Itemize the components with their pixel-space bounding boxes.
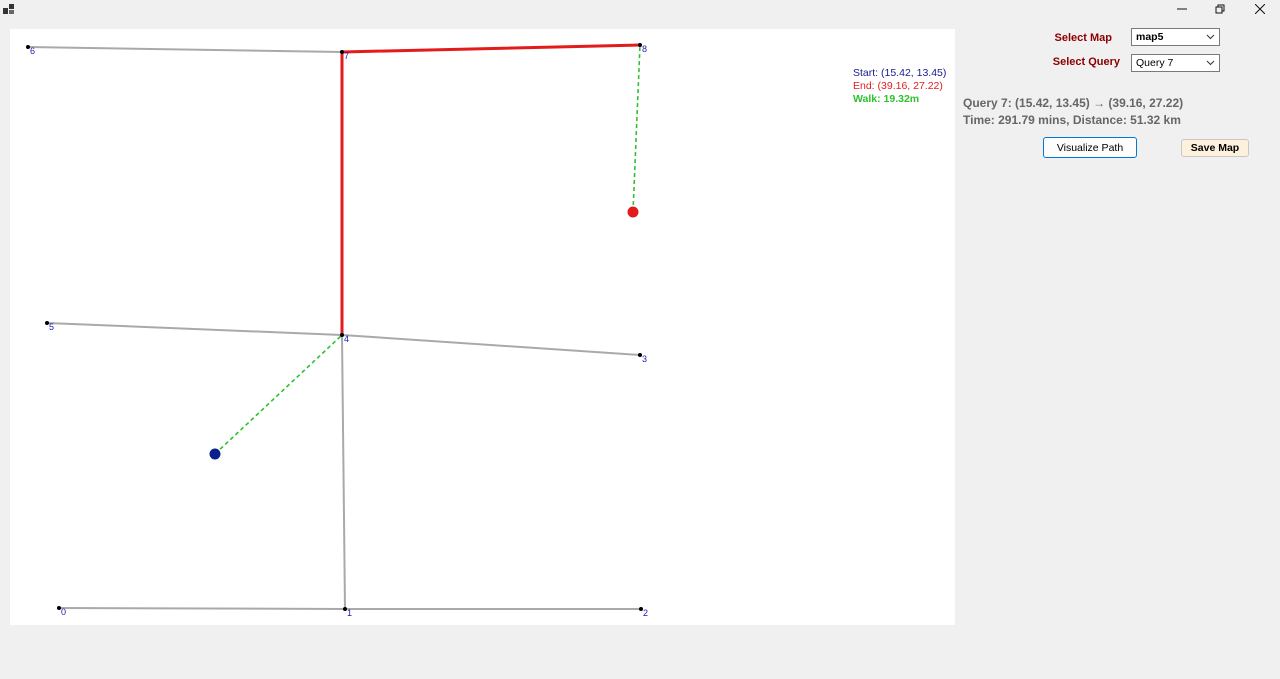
road-edge [341, 334, 346, 610]
map-select[interactable]: map5 [1131, 28, 1220, 46]
end-marker [627, 206, 639, 218]
end-coordinates: End: (39.16, 27.22) [853, 80, 943, 92]
node-label: 7 [344, 51, 349, 61]
node-label: 8 [642, 44, 647, 54]
node-label: 4 [344, 334, 349, 344]
path-edge [340, 43, 642, 54]
walk-line-end [632, 44, 641, 213]
start-coordinates: Start: (15.42, 13.45) [853, 67, 947, 79]
chevron-down-icon [1206, 34, 1215, 40]
query-select-value: Query 7 [1136, 57, 1174, 69]
visualize-path-button[interactable]: Visualize Path [1043, 137, 1137, 158]
restore-button[interactable] [1200, 0, 1240, 18]
node-label: 0 [61, 607, 66, 617]
map-select-value: map5 [1136, 31, 1164, 43]
road-edge [58, 607, 346, 610]
select-map-label: Select Map [1054, 32, 1112, 44]
walk-distance: Walk: 19.32m [853, 93, 920, 105]
node-label: 6 [30, 46, 35, 56]
node-label: 5 [49, 322, 54, 332]
walk-line-start [214, 334, 343, 455]
road-edge [27, 46, 343, 53]
node-label: 1 [347, 608, 352, 618]
road-edge [341, 334, 641, 356]
road-edge [46, 322, 343, 336]
map-canvas[interactable]: 0 1 2 3 4 5 6 7 8 Start: (15.42, 13.45) End: (39… [10, 29, 955, 625]
node-label: 3 [642, 354, 647, 364]
map-graph: 0 1 2 3 4 5 6 7 8 [26, 43, 648, 618]
restore-icon [1215, 4, 1225, 14]
query-stats: Time: 291.79 mins, Distance: 51.32 km [963, 113, 1181, 127]
app-icon [3, 4, 14, 14]
select-query-label: Select Query [1052, 56, 1120, 68]
node-label: 2 [643, 608, 648, 618]
query-select[interactable]: Query 7 [1131, 54, 1220, 72]
minimize-icon [1177, 8, 1187, 10]
title-bar [0, 0, 1280, 20]
close-icon [1255, 4, 1265, 14]
chevron-down-icon [1206, 60, 1215, 66]
start-marker [209, 448, 221, 460]
minimize-button[interactable] [1162, 0, 1202, 18]
query-summary: Query 7: (15.42, 13.45) → (39.16, 27.22) [963, 96, 1184, 110]
save-map-button[interactable]: Save Map [1181, 139, 1249, 157]
close-button[interactable] [1240, 0, 1280, 18]
